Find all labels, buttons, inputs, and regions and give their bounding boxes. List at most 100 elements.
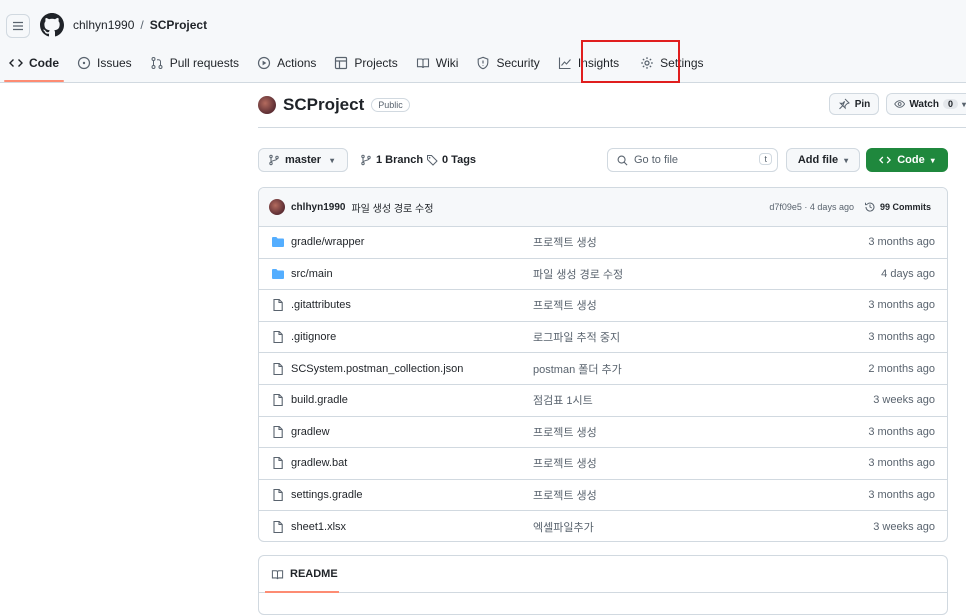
file-commit-message[interactable]: 파일 생성 경로 수정 (533, 266, 623, 282)
visibility-badge: Public (371, 98, 410, 112)
code-icon (879, 156, 892, 164)
watch-label: Watch (909, 98, 939, 110)
file-browser: chlhyn1990 파일 생성 경로 수정 d7f09e5 · 4 days … (258, 187, 948, 542)
file-age: 3 months ago (868, 331, 935, 344)
add-file-label: Add file (797, 154, 839, 166)
file-row[interactable]: src/main 파일 생성 경로 수정 4 days ago (259, 259, 947, 291)
file-name[interactable]: settings.gradle (291, 489, 363, 501)
tab-security-label: Security (496, 56, 540, 70)
chevron-down-icon: ▾ (844, 155, 849, 165)
tab-code[interactable]: Code (0, 50, 68, 82)
file-name[interactable]: build.gradle (291, 394, 348, 406)
code-dropdown-button[interactable]: Code ▾ (866, 148, 948, 172)
folder-icon (272, 268, 284, 279)
file-commit-message[interactable]: 프로젝트 생성 (533, 234, 597, 250)
breadcrumb-owner[interactable]: chlhyn1990 (73, 18, 134, 32)
shield-icon (478, 56, 489, 70)
commit-message[interactable]: 파일 생성 경로 수정 (351, 200, 433, 215)
issue-icon (77, 56, 91, 70)
file-row[interactable]: build.gradle 점검표 1시트 3 weeks ago (259, 385, 947, 417)
chevron-down-icon: ▾ (961, 99, 966, 109)
file-row[interactable]: gradlew 프로젝트 생성 3 months ago (259, 417, 947, 449)
file-name[interactable]: src/main (291, 268, 333, 280)
file-age: 2 months ago (868, 362, 935, 375)
file-name[interactable]: gradle/wrapper (291, 236, 364, 248)
file-name[interactable]: gradlew (291, 426, 330, 438)
tab-wiki-label: Wiki (435, 56, 459, 70)
tab-projects[interactable]: Projects (325, 50, 406, 76)
commit-author[interactable]: chlhyn1990 (291, 202, 345, 213)
file-row[interactable]: settings.gradle 프로젝트 생성 3 months ago (259, 480, 947, 512)
file-name[interactable]: SCSystem.postman_collection.json (291, 363, 463, 375)
commit-hash-age[interactable]: d7f09e5 · 4 days ago (769, 202, 854, 212)
commit-author-avatar[interactable] (269, 199, 285, 215)
tab-projects-label: Projects (354, 56, 398, 70)
commit-meta: d7f09e5 · 4 days ago 99 Commits (769, 201, 931, 213)
tab-security[interactable]: Security (467, 50, 548, 76)
file-commit-message[interactable]: 엑셀파일추가 (533, 519, 594, 535)
watch-button[interactable]: Watch 0 ▾ (886, 93, 966, 115)
file-name[interactable]: gradlew.bat (291, 457, 347, 469)
file-row[interactable]: .gitignore 로그파일 추적 중지 3 months ago (259, 322, 947, 354)
code-icon (9, 59, 23, 67)
file-commit-message[interactable]: 프로젝트 생성 (533, 487, 597, 503)
file-list: gradle/wrapper 프로젝트 생성 3 months ago src/mai… (259, 227, 947, 541)
tab-pull-requests-label: Pull requests (169, 56, 240, 70)
file-commit-message[interactable]: 프로젝트 생성 (533, 297, 597, 313)
header-divider (258, 127, 966, 128)
tab-pull-requests[interactable]: Pull requests (141, 50, 248, 76)
file-name[interactable]: sheet1.xlsx (291, 521, 346, 533)
pin-button[interactable]: Pin (829, 93, 879, 115)
file-age: 3 months ago (868, 457, 935, 470)
menu-icon (13, 21, 23, 31)
hamburger-menu-button[interactable] (6, 14, 30, 38)
file-commit-message[interactable]: 로그파일 추적 중지 (533, 329, 620, 345)
file-name[interactable]: .gitattributes (291, 299, 351, 311)
file-icon (273, 394, 283, 407)
file-row[interactable]: sheet1.xlsx 엑셀파일추가 3 weeks ago (259, 511, 947, 541)
repo-name: SCProject (283, 95, 365, 114)
watch-count: 0 (942, 99, 958, 109)
tags-link[interactable]: 0 Tags (426, 154, 476, 166)
file-commit-message[interactable]: 점검표 1시트 (533, 392, 593, 408)
file-row[interactable]: SCSystem.postman_collection.json postman … (259, 353, 947, 385)
go-to-file-input[interactable]: Go to file t (607, 148, 778, 172)
keyboard-shortcut-hint: t (759, 153, 772, 165)
breadcrumb-separator: / (140, 18, 144, 32)
file-commit-message[interactable]: 프로젝트 생성 (533, 424, 597, 440)
owner-avatar[interactable] (258, 96, 276, 114)
pull-request-icon (151, 57, 163, 69)
readme-tab[interactable]: README (259, 556, 947, 593)
settings-highlight-box (581, 40, 680, 83)
code-button-label: Code (897, 154, 925, 166)
file-age: 3 weeks ago (873, 521, 935, 534)
tab-issues[interactable]: Issues (68, 50, 141, 76)
history-icon (864, 202, 875, 212)
tab-actions[interactable]: Actions (248, 50, 325, 76)
file-icon (273, 362, 283, 375)
file-icon (273, 457, 283, 470)
go-to-file-placeholder: Go to file (634, 154, 679, 166)
readme-label: README (290, 568, 338, 580)
file-row[interactable]: gradlew.bat 프로젝트 생성 3 months ago (259, 448, 947, 480)
file-commit-message[interactable]: postman 폴더 추가 (533, 361, 622, 377)
commit-count: 99 Commits (879, 202, 931, 212)
tab-wiki[interactable]: Wiki (407, 50, 468, 76)
breadcrumb-repo[interactable]: SCProject (150, 18, 207, 32)
breadcrumb: chlhyn1990 / SCProject (73, 18, 207, 32)
file-row[interactable]: .gitattributes 프로젝트 생성 3 months ago (259, 290, 947, 322)
file-age: 3 months ago (868, 489, 935, 502)
file-commit-message[interactable]: 프로젝트 생성 (533, 455, 597, 471)
commits-link[interactable]: 99 Commits (864, 201, 931, 213)
file-row[interactable]: gradle/wrapper 프로젝트 생성 3 months ago (259, 227, 947, 259)
branch-name: master (285, 154, 322, 166)
file-name[interactable]: .gitignore (291, 331, 336, 343)
github-logo-icon[interactable] (40, 13, 64, 37)
file-icon (273, 521, 283, 534)
branches-link[interactable]: 1 Branch (360, 154, 423, 166)
branch-selector[interactable]: master ▾ (258, 148, 348, 172)
pin-label: Pin (854, 98, 871, 110)
pin-icon (838, 98, 850, 110)
tab-issues-label: Issues (97, 56, 132, 70)
add-file-button[interactable]: Add file ▾ (786, 148, 860, 172)
